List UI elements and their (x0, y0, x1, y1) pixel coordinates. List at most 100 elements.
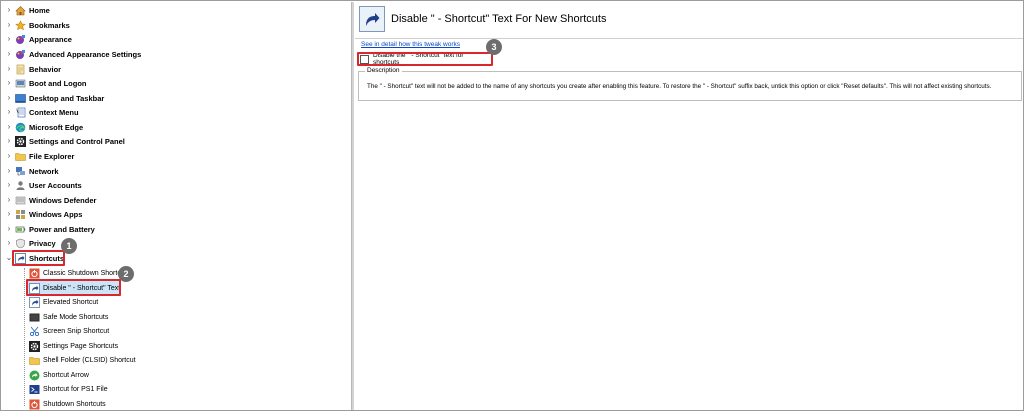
tree-item-label: Settings Page Shortcuts (43, 342, 119, 350)
expand-arrow-icon[interactable]: › (4, 178, 14, 192)
tree-item-label: Context Menu (29, 107, 79, 117)
tree-item-label: Power and Battery (29, 224, 95, 234)
folder-icon (28, 354, 40, 366)
tree-item-settings-page-shortcuts[interactable]: Settings Page Shortcuts (28, 339, 118, 353)
gear-icon (28, 340, 40, 352)
tree-item-home[interactable]: › Home (4, 3, 50, 17)
tree-item-shutdown-shortcuts[interactable]: Shutdown Shortcuts (28, 397, 106, 410)
tree-item-elevated-shortcut[interactable]: Elevated Shortcut (28, 295, 98, 309)
user-icon (14, 179, 26, 191)
tree-item-context-menu[interactable]: › Context Menu (4, 105, 79, 119)
step-badge-2: 2 (118, 266, 134, 282)
edge-icon (14, 121, 26, 133)
highlight-disable-shortcut-text (26, 279, 121, 296)
tree-item-shortcut-arrow[interactable]: Shortcut Arrow (28, 368, 89, 382)
tree-item-label: Settings and Control Panel (29, 136, 125, 146)
battery-icon (14, 223, 26, 235)
expand-arrow-icon[interactable]: › (4, 134, 14, 148)
app-window: › Home › Bookmarks › Appearance › Advanc… (0, 0, 1024, 411)
tree-item-user-accounts[interactable]: › User Accounts (4, 178, 82, 192)
tree-item-boot-logon[interactable]: › Boot and Logon (4, 76, 87, 90)
scissors-icon (28, 325, 40, 337)
expand-arrow-icon[interactable]: › (4, 62, 14, 76)
defender-icon (14, 194, 26, 206)
expand-arrow-icon[interactable]: › (4, 222, 14, 236)
expand-arrow-icon[interactable]: › (4, 193, 14, 207)
tree-item-label: Behavior (29, 64, 62, 74)
tree-item-label: Network (29, 166, 59, 176)
apps-icon (14, 208, 26, 220)
panel-header: Disable " - Shortcut" Text For New Short… (355, 2, 1023, 38)
tree-item-power-battery[interactable]: › Power and Battery (4, 222, 95, 236)
pane-splitter[interactable] (351, 2, 354, 410)
description-text: The " - Shortcut" text will not be added… (367, 83, 992, 90)
expand-arrow-icon[interactable]: › (4, 3, 14, 17)
tree-item-appearance[interactable]: › Appearance (4, 32, 72, 46)
tree-item-label: Windows Defender (29, 195, 97, 205)
expand-arrow-icon[interactable]: › (4, 18, 14, 32)
context-menu-icon (14, 106, 26, 118)
tree-item-classic-shutdown[interactable]: Classic Shutdown Shortcuts (28, 266, 130, 280)
tree-item-label: Desktop and Taskbar (29, 93, 105, 103)
panel-title: Disable " - Shortcut" Text For New Short… (391, 13, 607, 25)
star-icon (14, 19, 26, 31)
tree-item-bookmarks[interactable]: › Bookmarks (4, 18, 70, 32)
tree-guide-line (24, 268, 25, 406)
privacy-icon (14, 237, 26, 249)
tree-item-label: Advanced Appearance Settings (29, 49, 142, 59)
tree-item-windows-defender[interactable]: › Windows Defender (4, 193, 97, 207)
highlight-shortcuts (12, 250, 65, 266)
tree-item-label: Shell Folder (CLSID) Shortcut (43, 356, 136, 364)
tree-item-label: Elevated Shortcut (43, 298, 99, 306)
tree-item-label: User Accounts (29, 180, 82, 190)
tree-item-privacy[interactable]: › Privacy (4, 236, 56, 250)
tree-item-ps1-shortcut[interactable]: Shortcut for PS1 File (28, 382, 108, 396)
arrow-icon (28, 369, 40, 381)
category-tree: › Home › Bookmarks › Appearance › Advanc… (2, 2, 350, 410)
expand-arrow-icon[interactable]: › (4, 149, 14, 163)
tree-item-label: Bookmarks (29, 20, 70, 30)
expand-arrow-icon[interactable]: › (4, 164, 14, 178)
tree-item-label: Screen Snip Shortcut (43, 327, 110, 335)
expand-arrow-icon[interactable]: › (4, 120, 14, 134)
description-legend: Description (365, 67, 402, 74)
tree-item-label: Shortcut Arrow (43, 371, 89, 379)
expand-arrow-icon[interactable]: › (4, 32, 14, 46)
tree-item-microsoft-edge[interactable]: › Microsoft Edge (4, 120, 83, 134)
tree-item-label: Boot and Logon (29, 78, 87, 88)
folder-icon (14, 150, 26, 162)
tree-item-network[interactable]: › Network (4, 164, 59, 178)
tree-item-label: Windows Apps (29, 209, 83, 219)
tree-item-label: Safe Mode Shortcuts (43, 313, 109, 321)
shutdown-icon (28, 267, 40, 279)
expand-arrow-icon[interactable]: › (4, 207, 14, 221)
tree-item-screen-snip[interactable]: Screen Snip Shortcut (28, 324, 109, 338)
expand-arrow-icon[interactable]: › (4, 105, 14, 119)
home-icon (14, 4, 26, 16)
tree-item-windows-apps[interactable]: › Windows Apps (4, 207, 82, 221)
highlight-checkbox (357, 52, 493, 66)
tree-item-settings-control-panel[interactable]: › Settings and Control Panel (4, 134, 125, 148)
gear-icon (14, 135, 26, 147)
tree-item-advanced-appearance[interactable]: › Advanced Appearance Settings (4, 47, 141, 61)
desktop-icon (14, 92, 26, 104)
powershell-icon (28, 383, 40, 395)
tree-item-file-explorer[interactable]: › File Explorer (4, 149, 75, 163)
tree-item-desktop-taskbar[interactable]: › Desktop and Taskbar (4, 91, 105, 105)
header-divider (355, 38, 1023, 39)
step-badge-3: 3 (486, 39, 502, 55)
expand-arrow-icon[interactable]: › (4, 47, 14, 61)
expand-arrow-icon[interactable]: › (4, 76, 14, 90)
expand-arrow-icon[interactable]: › (4, 91, 14, 105)
details-link[interactable]: See in detail how this tweak works (361, 41, 460, 48)
tree-item-label: Home (29, 5, 50, 15)
expand-arrow-icon[interactable]: › (4, 236, 14, 250)
shortcut-arrow-icon (28, 296, 40, 308)
tree-item-behavior[interactable]: › Behavior (4, 62, 61, 76)
tree-item-safe-mode[interactable]: Safe Mode Shortcuts (28, 310, 108, 324)
tree-item-shell-folder[interactable]: Shell Folder (CLSID) Shortcut (28, 353, 136, 367)
tree-item-label: Shortcut for PS1 File (43, 385, 108, 393)
shutdown-icon (28, 398, 40, 410)
behavior-icon (14, 63, 26, 75)
paint-icon (14, 48, 26, 60)
